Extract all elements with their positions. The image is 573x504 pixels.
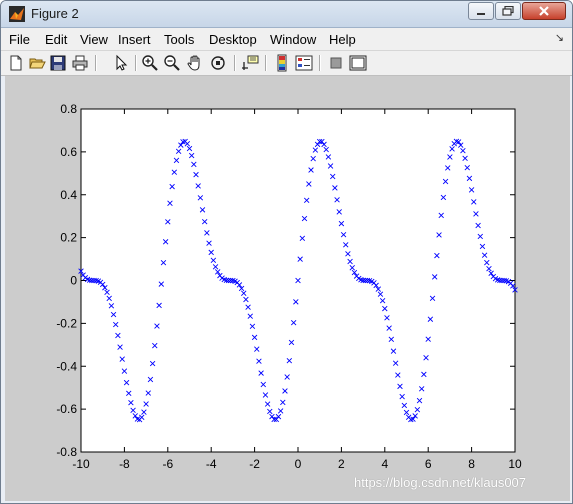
window-title: Figure 2 (31, 6, 79, 21)
plot-axes[interactable]: -10 -8 -6 -4 -2 0 2 4 6 8 10 0.8 0.6 0.4 0.2 0 -0.2 -0.4 -… (5, 76, 570, 501)
y-tick-label: -0.4 (56, 359, 77, 373)
hide-plot-tools-icon[interactable] (327, 54, 345, 72)
minimize-icon (477, 13, 485, 15)
minimize-button[interactable] (468, 2, 494, 20)
y-tick-label: -0.8 (56, 445, 77, 459)
menu-help[interactable]: Help (329, 32, 356, 47)
title-bar[interactable]: Figure 2 (1, 1, 572, 28)
figure-toolbar (1, 51, 572, 76)
figure-window: Figure 2 File Edit View Insert Tools Des… (0, 0, 573, 504)
matlab-app-icon (9, 6, 25, 22)
watermark-text: https://blog.csdn.net/klaus007 (354, 475, 527, 490)
maximize-button[interactable] (495, 2, 521, 20)
data-cursor-icon[interactable] (241, 54, 259, 72)
x-tick-label: 0 (295, 457, 302, 471)
x-tick-label: 8 (468, 457, 475, 471)
dock-arrow-icon[interactable]: ↘ (555, 31, 564, 44)
x-tick-label: -10 (72, 457, 90, 471)
close-button[interactable] (522, 2, 566, 20)
zoom-in-icon[interactable] (141, 54, 159, 72)
x-tick-label: 2 (338, 457, 345, 471)
zoom-out-icon[interactable] (163, 54, 181, 72)
menu-bar: File Edit View Insert Tools Desktop Wind… (1, 28, 572, 51)
y-tick-label: -0.2 (56, 316, 77, 330)
menu-desktop[interactable]: Desktop (209, 32, 257, 47)
insert-colorbar-icon[interactable] (273, 54, 291, 72)
close-icon (539, 6, 549, 16)
y-tick-label: 0.6 (60, 145, 77, 159)
menu-file[interactable]: File (9, 32, 30, 47)
x-tick-label: 10 (508, 457, 522, 471)
x-tick-label: -2 (249, 457, 260, 471)
x-tick-label: -6 (162, 457, 173, 471)
y-tick-label: 0 (70, 274, 77, 288)
open-file-icon[interactable] (28, 54, 46, 72)
y-tick-label: 0.4 (60, 188, 77, 202)
x-tick-label: 4 (381, 457, 388, 471)
y-tick-label: 0.2 (60, 231, 77, 245)
print-icon[interactable] (71, 54, 89, 72)
menu-insert[interactable]: Insert (118, 32, 151, 47)
save-icon[interactable] (49, 54, 67, 72)
figure-canvas[interactable]: -10 -8 -6 -4 -2 0 2 4 6 8 10 0.8 0.6 0.4 0.2 0 -0.2 -0.4 -… (5, 76, 570, 501)
edit-plot-arrow-icon[interactable] (112, 54, 130, 72)
restore-icon (502, 6, 514, 16)
x-tick-label: -4 (206, 457, 217, 471)
new-figure-icon[interactable] (7, 54, 25, 72)
y-tick-label: 0.8 (60, 102, 77, 116)
show-plot-tools-icon[interactable] (349, 54, 367, 72)
insert-legend-icon[interactable] (295, 54, 313, 72)
y-tick-label: -0.6 (56, 402, 77, 416)
x-tick-label: -8 (119, 457, 130, 471)
pan-hand-icon[interactable] (186, 54, 204, 72)
menu-view[interactable]: View (80, 32, 108, 47)
menu-window[interactable]: Window (270, 32, 316, 47)
menu-edit[interactable]: Edit (45, 32, 67, 47)
rotate-3d-icon[interactable] (209, 54, 227, 72)
menu-tools[interactable]: Tools (164, 32, 194, 47)
x-tick-label: 6 (425, 457, 432, 471)
